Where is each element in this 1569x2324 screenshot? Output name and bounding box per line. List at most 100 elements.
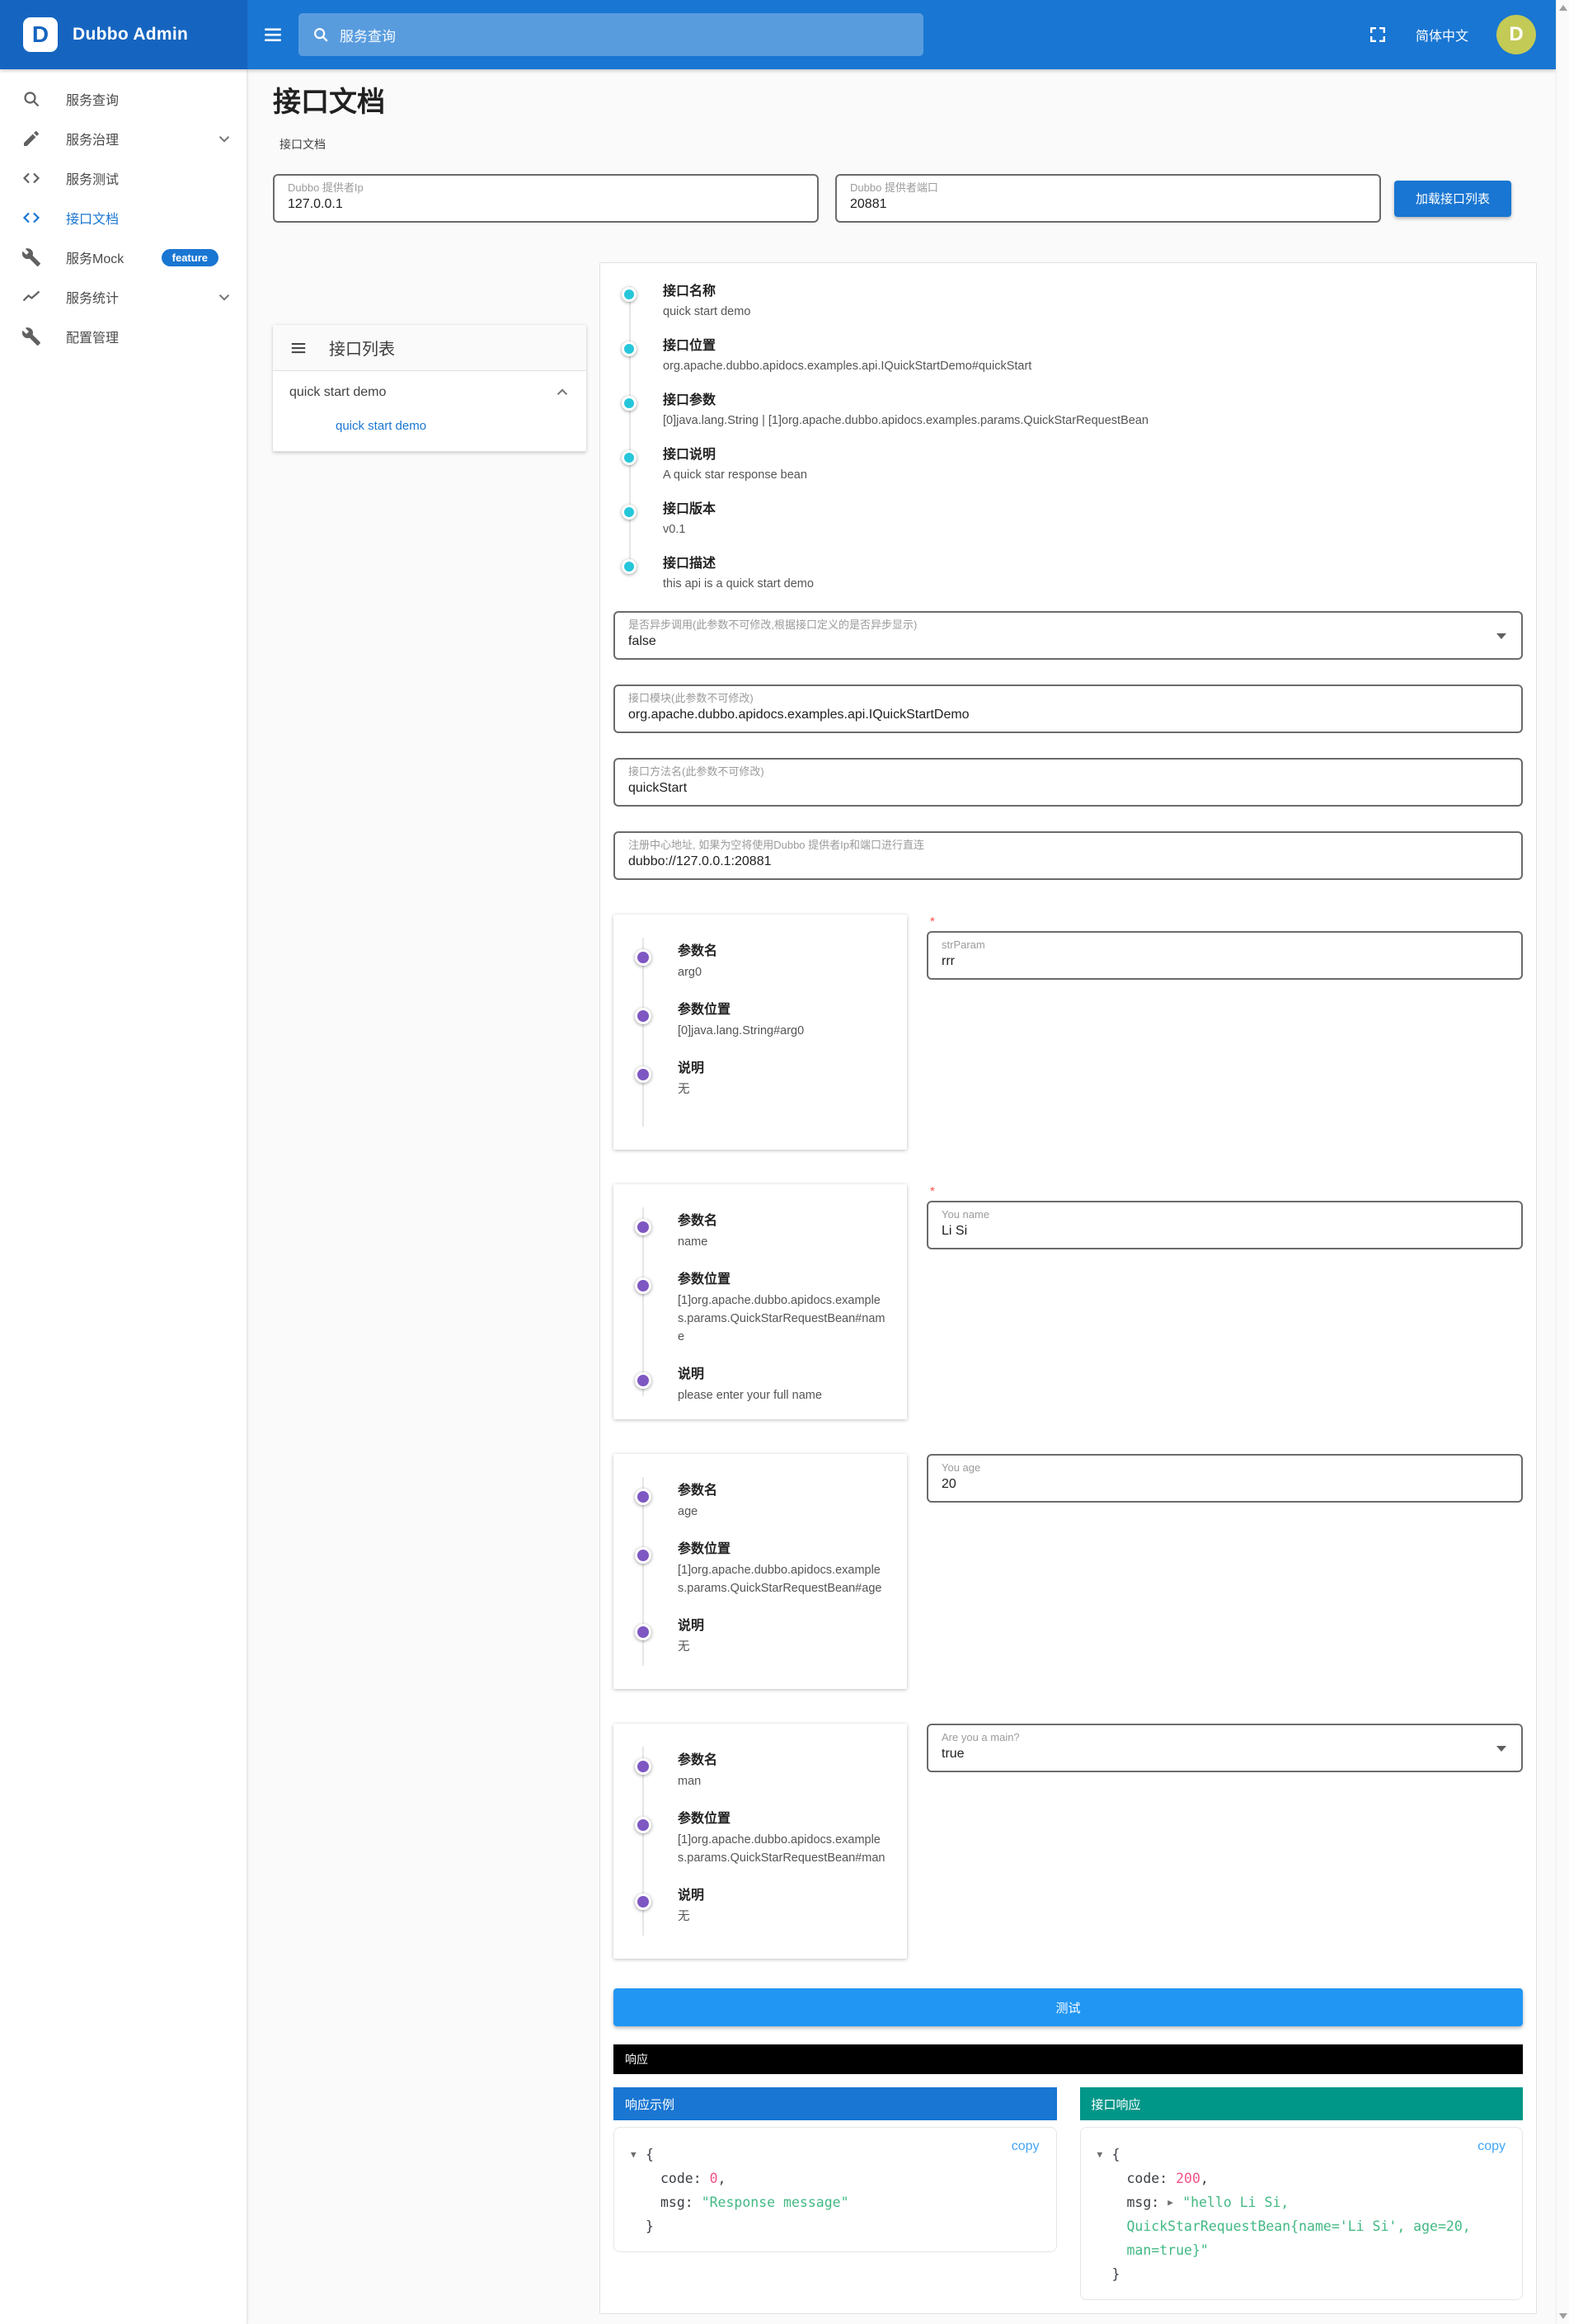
api-item-link[interactable]: quick start demo	[273, 414, 586, 451]
service-search-input[interactable]: 服务查询	[298, 13, 923, 56]
required-marker: *	[927, 915, 1523, 931]
registry-address-field[interactable]: 注册中心地址, 如果为空将使用Dubbo 提供者Ip和端口进行直连 dubbo:…	[613, 831, 1523, 880]
page-scrollbar[interactable]	[1556, 0, 1569, 2324]
timeline-dot-icon	[635, 1066, 651, 1083]
timeline-dot-icon	[635, 1277, 651, 1294]
sidebar-item-service-test[interactable]: 服务测试	[0, 158, 247, 198]
param-info-label: 参数位置	[678, 1001, 892, 1019]
json-number-value: 200	[1176, 2171, 1200, 2186]
json-brace: }	[1112, 2266, 1120, 2282]
async-call-select[interactable]: 是否异步调用(此参数不可修改,根据接口定义的是否异步显示) false	[613, 611, 1523, 660]
scroll-down-arrow-icon[interactable]	[1559, 2313, 1567, 2319]
api-method-field[interactable]: 接口方法名(此参数不可修改) quickStart	[613, 758, 1523, 807]
api-info-item: 接口名称 quick start demo	[663, 283, 1523, 321]
sidebar-item-service-governance[interactable]: 服务治理	[0, 119, 247, 158]
collapse-arrow-icon[interactable]: ▼	[631, 2143, 646, 2166]
sidebar-item-service-search[interactable]: 服务查询	[0, 79, 247, 119]
sidebar-item-service-statistics[interactable]: 服务统计	[0, 277, 247, 317]
response-example-header: 响应示例	[613, 2087, 1057, 2120]
fullscreen-button[interactable]	[1368, 25, 1388, 45]
are-you-a-main-select[interactable]: Are you a main? true	[927, 1724, 1523, 1772]
param-info-value: 无	[678, 1080, 892, 1098]
timeline-dot-icon	[635, 1817, 651, 1833]
scroll-up-arrow-icon[interactable]	[1559, 5, 1567, 11]
field-label: 接口模块(此参数不可修改)	[628, 692, 1508, 705]
api-group-label: quick start demo	[289, 385, 386, 400]
api-info-value: org.apache.dubbo.apidocs.examples.api.IQ…	[663, 358, 1523, 375]
chevron-down-icon[interactable]	[215, 129, 233, 148]
app-logo[interactable]: D Dubbo Admin	[0, 0, 247, 69]
field-value: quickStart	[628, 779, 1508, 797]
json-key: code:	[1127, 2171, 1168, 2186]
avatar[interactable]: D	[1496, 15, 1536, 54]
api-info-label: 接口说明	[663, 446, 1523, 464]
copy-link[interactable]: copy	[1477, 2139, 1506, 2154]
chevron-up-icon[interactable]	[553, 383, 571, 402]
dubbo-logo-icon: D	[23, 17, 58, 52]
param-card: 参数名 man 参数位置 [1]org.apache.dubbo.apidocs…	[613, 1724, 1523, 1959]
param-field-column: * You name Li Si	[927, 1184, 1523, 1249]
api-response-header: 接口响应	[1080, 2087, 1524, 2120]
api-info-item: 接口参数 [0]java.lang.String | [1]org.apache…	[663, 392, 1523, 430]
strparam-input[interactable]: strParam rrr	[927, 931, 1523, 980]
you-name-input[interactable]: You name Li Si	[927, 1201, 1523, 1249]
param-field-column: * strParam rrr	[927, 915, 1523, 980]
field-label: 注册中心地址, 如果为空将使用Dubbo 提供者Ip和端口进行直连	[628, 839, 1508, 852]
json-line: msg: ▶"hello Li Si, QuickStarRequestBean…	[1097, 2190, 1506, 2262]
sidebar-item-api-docs[interactable]: 接口文档	[0, 198, 247, 238]
api-module-field[interactable]: 接口模块(此参数不可修改) org.apache.dubbo.apidocs.e…	[613, 684, 1523, 733]
navbar-right: 简体中文 D	[1368, 15, 1536, 54]
response-bar-title: 响应	[625, 2051, 648, 2068]
timeline-dot-icon	[622, 396, 637, 411]
field-label: 是否异步调用(此参数不可修改,根据接口定义的是否异步显示)	[628, 619, 1508, 632]
load-api-list-button[interactable]: 加载接口列表	[1394, 181, 1511, 217]
sidebar-item-label: 接口文档	[66, 208, 119, 228]
panel-title: 接口响应	[1092, 2096, 1141, 2113]
api-info-value: quick start demo	[663, 303, 1523, 321]
timeline-dot-icon	[635, 1894, 651, 1910]
chevron-down-icon[interactable]	[215, 288, 233, 306]
panel-title: 响应示例	[625, 2096, 674, 2113]
sidebar-item-config-management[interactable]: 配置管理	[0, 317, 247, 356]
response-row: 响应示例 copy ▼{ code: 0, msg: "Response mes…	[613, 2087, 1523, 2300]
menu-toggle-button[interactable]	[262, 24, 284, 45]
json-brace: }	[646, 2218, 654, 2234]
api-info-value: A quick star response bean	[663, 467, 1523, 484]
json-key: code:	[660, 2171, 702, 2186]
param-info-value: age	[678, 1503, 892, 1521]
menu-icon[interactable]	[289, 339, 308, 357]
timeline-dot-icon	[635, 1219, 651, 1235]
copy-link[interactable]: copy	[1012, 2139, 1040, 2154]
param-info-value: [1]org.apache.dubbo.apidocs.examples.par…	[678, 1561, 892, 1597]
expand-arrow-icon[interactable]: ▶	[1167, 2190, 1182, 2214]
param-info-value: [0]java.lang.String#arg0	[678, 1022, 892, 1040]
json-line: code: 0,	[631, 2166, 1040, 2190]
language-selector[interactable]: 简体中文	[1416, 25, 1468, 45]
sidebar-item-label: 服务Mock	[66, 247, 124, 267]
json-line: msg: "Response message"	[631, 2190, 1040, 2214]
api-info-value: [0]java.lang.String | [1]org.apache.dubb…	[663, 412, 1523, 430]
feature-badge: feature	[162, 249, 218, 266]
param-info-item: 参数位置 [1]org.apache.dubbo.apidocs.example…	[678, 1271, 892, 1346]
field-label: You age	[942, 1461, 1508, 1475]
provider-ip-field[interactable]: Dubbo 提供者Ip 127.0.0.1	[273, 174, 819, 223]
timeline-dot-icon	[635, 949, 651, 966]
sidebar-item-label: 服务查询	[66, 89, 119, 109]
api-group-row[interactable]: quick start demo	[273, 371, 586, 414]
avatar-letter: D	[1509, 23, 1523, 46]
json-line: ▼{	[631, 2143, 1040, 2166]
search-icon	[21, 89, 41, 109]
sidebar-item-service-mock[interactable]: 服务Mock feature	[0, 238, 247, 277]
param-info-item: 参数名 age	[678, 1482, 892, 1521]
you-age-input[interactable]: You age 20	[927, 1454, 1523, 1503]
api-response-json: copy ▼{ code: 200, msg: ▶"hello Li Si, Q…	[1080, 2127, 1524, 2300]
param-info-label: 说明	[678, 1060, 892, 1078]
param-info-label: 参数名	[678, 1752, 892, 1770]
test-button[interactable]: 测试	[613, 1988, 1523, 2026]
dropdown-caret-icon	[1496, 1746, 1506, 1752]
param-info-label: 说明	[678, 1887, 892, 1905]
api-list-panel: 接口列表 quick start demo quick start demo	[273, 325, 586, 452]
provider-port-field[interactable]: Dubbo 提供者端口 20881	[835, 174, 1381, 223]
field-label: Dubbo 提供者端口	[850, 181, 1366, 195]
collapse-arrow-icon[interactable]: ▼	[1097, 2143, 1112, 2166]
